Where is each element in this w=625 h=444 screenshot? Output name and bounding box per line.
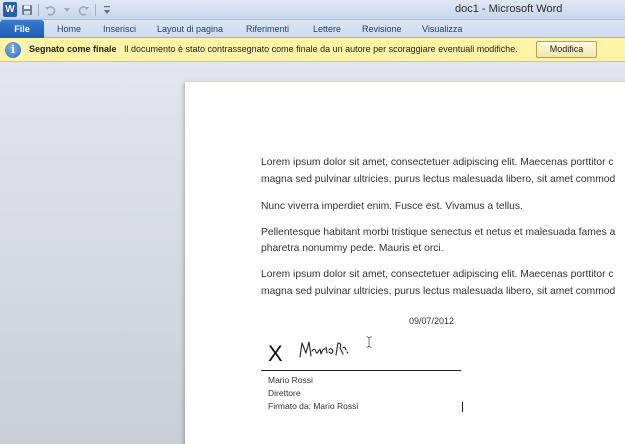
save-icon[interactable]	[20, 3, 34, 17]
redo-icon[interactable]	[77, 3, 91, 17]
tab-inserisci[interactable]: Inserisci	[103, 20, 136, 38]
signer-name: Mario Rossi	[268, 375, 313, 385]
undo-dropdown-icon[interactable]	[60, 3, 74, 17]
tab-revisione[interactable]: Revisione	[362, 20, 402, 38]
tab-visualizza[interactable]: Visualizza	[422, 20, 462, 38]
window-title: doc1 - Microsoft Word	[455, 3, 563, 15]
paragraph-2-line-1: Nunc viverra imperdiet enim. Fusce est. …	[261, 201, 523, 212]
signature-x-mark: X	[268, 341, 283, 366]
edit-anyway-button[interactable]: Modifica	[536, 41, 597, 58]
message-title: Segnato come finale	[29, 44, 117, 54]
paragraph-3-line-1: Pellentesque habitant morbi tristique se…	[261, 227, 616, 238]
tab-riferimenti[interactable]: Riferimenti	[246, 20, 289, 38]
tab-file[interactable]: File	[0, 20, 44, 38]
tab-lettere[interactable]: Lettere	[313, 20, 341, 38]
marked-as-final-bar: i Segnato come finale Il documento è sta…	[0, 38, 625, 62]
document-page[interactable]	[185, 82, 625, 444]
qat-separator	[38, 4, 39, 16]
signer-title: Direttore	[268, 388, 301, 398]
paragraph-3-line-2: pharetra nonummy pede. Mauris et orci.	[261, 243, 444, 254]
title-bar: W doc1 - Microsoft Word	[0, 0, 625, 20]
quick-access-toolbar	[20, 2, 114, 18]
qat-separator	[95, 4, 96, 16]
tab-home[interactable]: Home	[57, 20, 81, 38]
signed-by: Firmato da: Mario Rossi	[268, 401, 359, 411]
handwritten-signature	[299, 341, 349, 358]
text-caret	[462, 402, 463, 412]
info-icon: i	[5, 42, 21, 58]
word-app-icon[interactable]: W	[3, 2, 17, 17]
signature-date: 09/07/2012	[409, 316, 455, 326]
paragraph-1-line-1: Lorem ipsum dolor sit amet, consectetuer…	[261, 157, 614, 168]
ribbon-tabs: File Home Inserisci Layout di pagina Rif…	[0, 20, 625, 38]
message-text: Il documento è stato contrassegnato come…	[124, 44, 518, 54]
tab-layout-di-pagina[interactable]: Layout di pagina	[157, 20, 223, 38]
undo-icon[interactable]	[43, 3, 57, 17]
customize-icon[interactable]	[100, 3, 114, 17]
paragraph-4-line-1: Lorem ipsum dolor sit amet, consectetuer…	[261, 269, 614, 280]
signature-line	[261, 370, 461, 371]
mouse-cursor-icon	[366, 336, 372, 348]
paragraph-1-line-2: magna sed pulvinar ultricies, purus lect…	[261, 174, 616, 185]
paragraph-4-line-2: magna sed pulvinar ultricies, purus lect…	[261, 286, 616, 297]
